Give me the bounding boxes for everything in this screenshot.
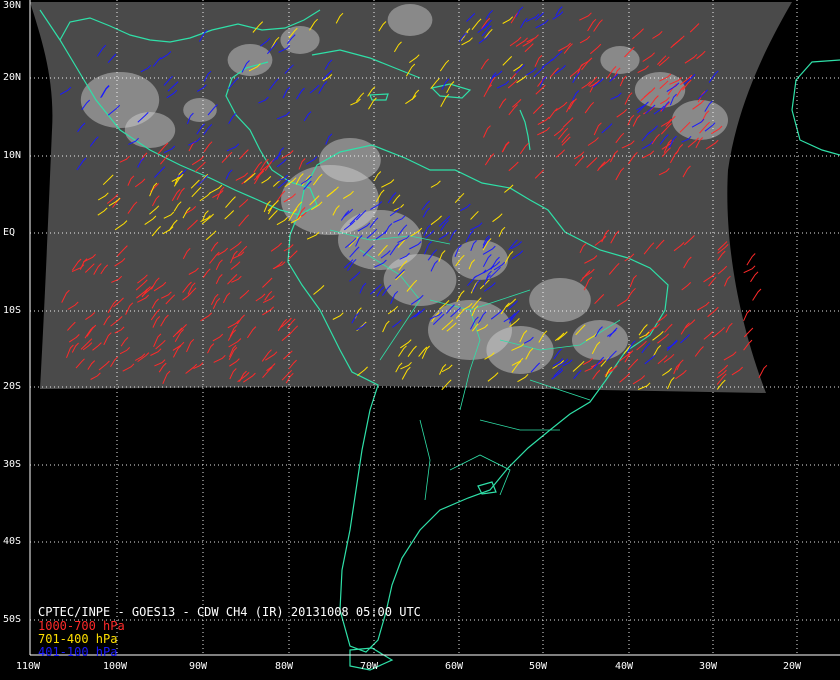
ir-imagery-area <box>30 2 792 393</box>
cloud <box>280 26 320 54</box>
satellite-map <box>0 0 840 680</box>
latitude-label: EQ <box>3 227 16 238</box>
longitude-label: 110W <box>16 661 41 672</box>
legend-high-level: 401-100 hPa <box>38 645 118 659</box>
latitude-label: 40S <box>3 536 22 547</box>
cloud <box>600 46 640 74</box>
latitude-label: 30S <box>3 459 22 470</box>
cloud <box>672 100 728 140</box>
latitude-label: 50S <box>3 614 22 625</box>
cloud <box>572 320 628 360</box>
latitude-label: 20N <box>3 72 22 83</box>
legend-low-level: 1000-700 hPa <box>38 619 125 633</box>
longitude-label: 30W <box>699 661 718 672</box>
longitude-label: 70W <box>360 661 379 672</box>
longitude-label: 60W <box>445 661 464 672</box>
cloud <box>529 278 591 322</box>
longitude-label: 90W <box>189 661 208 672</box>
map-title: CPTEC/INPE - GOES13 - CDW CH4 (IR) 20131… <box>38 605 421 619</box>
cloud <box>227 44 273 76</box>
cloud <box>387 4 433 36</box>
longitude-label: 20W <box>783 661 802 672</box>
latitude-label: 30N <box>3 0 22 11</box>
latitude-label: 20S <box>3 381 22 392</box>
legend-mid-level: 701-400 hPa <box>38 632 118 646</box>
longitude-label: 40W <box>615 661 634 672</box>
latitude-label: 10S <box>3 305 22 316</box>
cloud <box>486 326 554 374</box>
longitude-label: 50W <box>529 661 548 672</box>
longitude-label: 100W <box>103 661 128 672</box>
latitude-label: 10N <box>3 150 22 161</box>
longitude-label: 80W <box>275 661 294 672</box>
cloud <box>634 72 686 108</box>
